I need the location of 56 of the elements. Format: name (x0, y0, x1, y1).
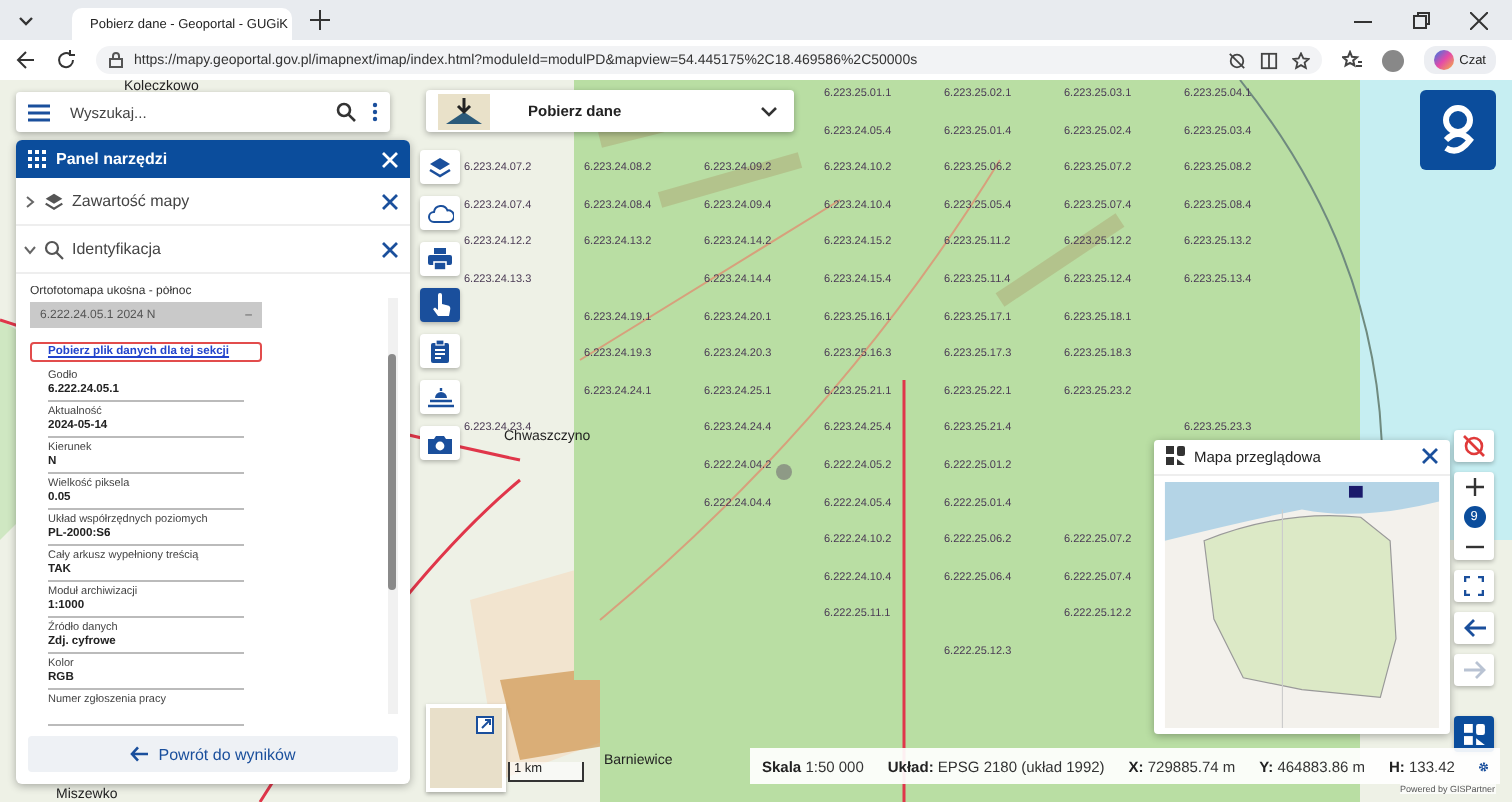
pointing-hand-icon (429, 292, 451, 318)
close-icon[interactable] (382, 241, 398, 257)
close-icon[interactable] (1422, 448, 1438, 465)
printer-icon (428, 248, 452, 270)
close-window-icon[interactable] (1470, 11, 1488, 29)
toolbar-button[interactable] (420, 196, 460, 230)
toolbar-button[interactable] (420, 288, 460, 322)
overview-map-icon (1166, 446, 1186, 467)
more-options-icon[interactable] (372, 102, 378, 122)
toolbar-button[interactable] (420, 242, 460, 276)
grid-icon (28, 150, 46, 168)
zoom-in-icon[interactable] (1465, 477, 1483, 495)
chevron-icon (24, 243, 36, 255)
site-info-icon (108, 52, 124, 68)
arrow-right-icon (1463, 660, 1485, 680)
expand-icon[interactable] (476, 716, 494, 734)
tracking-icon[interactable] (1227, 51, 1246, 69)
section-header[interactable]: Zawartość mapy (16, 178, 410, 226)
menu-icon[interactable] (28, 103, 50, 121)
favorites-icon[interactable] (1341, 50, 1362, 70)
back-icon[interactable] (16, 50, 36, 70)
back-to-results-button[interactable]: Powrót do wyników (28, 736, 398, 772)
chevron-icon (24, 195, 36, 207)
layers-icon (428, 155, 452, 179)
star-icon[interactable] (1291, 51, 1310, 69)
toolbar-button[interactable] (420, 334, 460, 368)
search-icon[interactable] (336, 102, 356, 122)
layers-icon (44, 191, 64, 211)
profile-avatar[interactable] (1381, 49, 1404, 71)
chevron-down-icon (760, 105, 778, 117)
restore-icon[interactable] (1412, 11, 1430, 29)
rotation-reset-button[interactable] (1454, 430, 1494, 462)
geoportal-logo[interactable] (1420, 90, 1496, 170)
scrollbar[interactable] (388, 298, 398, 714)
panel-title: Panel narzędzi (56, 150, 170, 168)
reload-icon[interactable] (56, 50, 76, 70)
search-icon (44, 239, 64, 259)
toolbar-button[interactable] (420, 380, 460, 414)
shoreline-icon (427, 387, 453, 407)
new-tab-icon[interactable] (310, 10, 330, 30)
clipboard-icon (430, 339, 450, 363)
arrow-left-icon (130, 746, 149, 762)
fullscreen-icon (1464, 576, 1484, 596)
toolbar-button[interactable] (420, 426, 460, 460)
close-icon[interactable] (382, 193, 398, 209)
fullscreen-button[interactable] (1454, 570, 1494, 602)
arrow-left-icon (1463, 618, 1485, 638)
previous-view-button[interactable] (1454, 612, 1494, 644)
split-screen-icon[interactable] (1259, 51, 1278, 69)
download-map-icon (438, 93, 490, 129)
compass-off-icon (1462, 434, 1486, 458)
section-header[interactable]: Identyfikacja (16, 226, 410, 274)
minimap-thumbnail[interactable] (426, 704, 506, 792)
toolbar-button[interactable] (420, 150, 460, 184)
camera-icon (428, 433, 452, 453)
cloud-icon (427, 203, 453, 223)
